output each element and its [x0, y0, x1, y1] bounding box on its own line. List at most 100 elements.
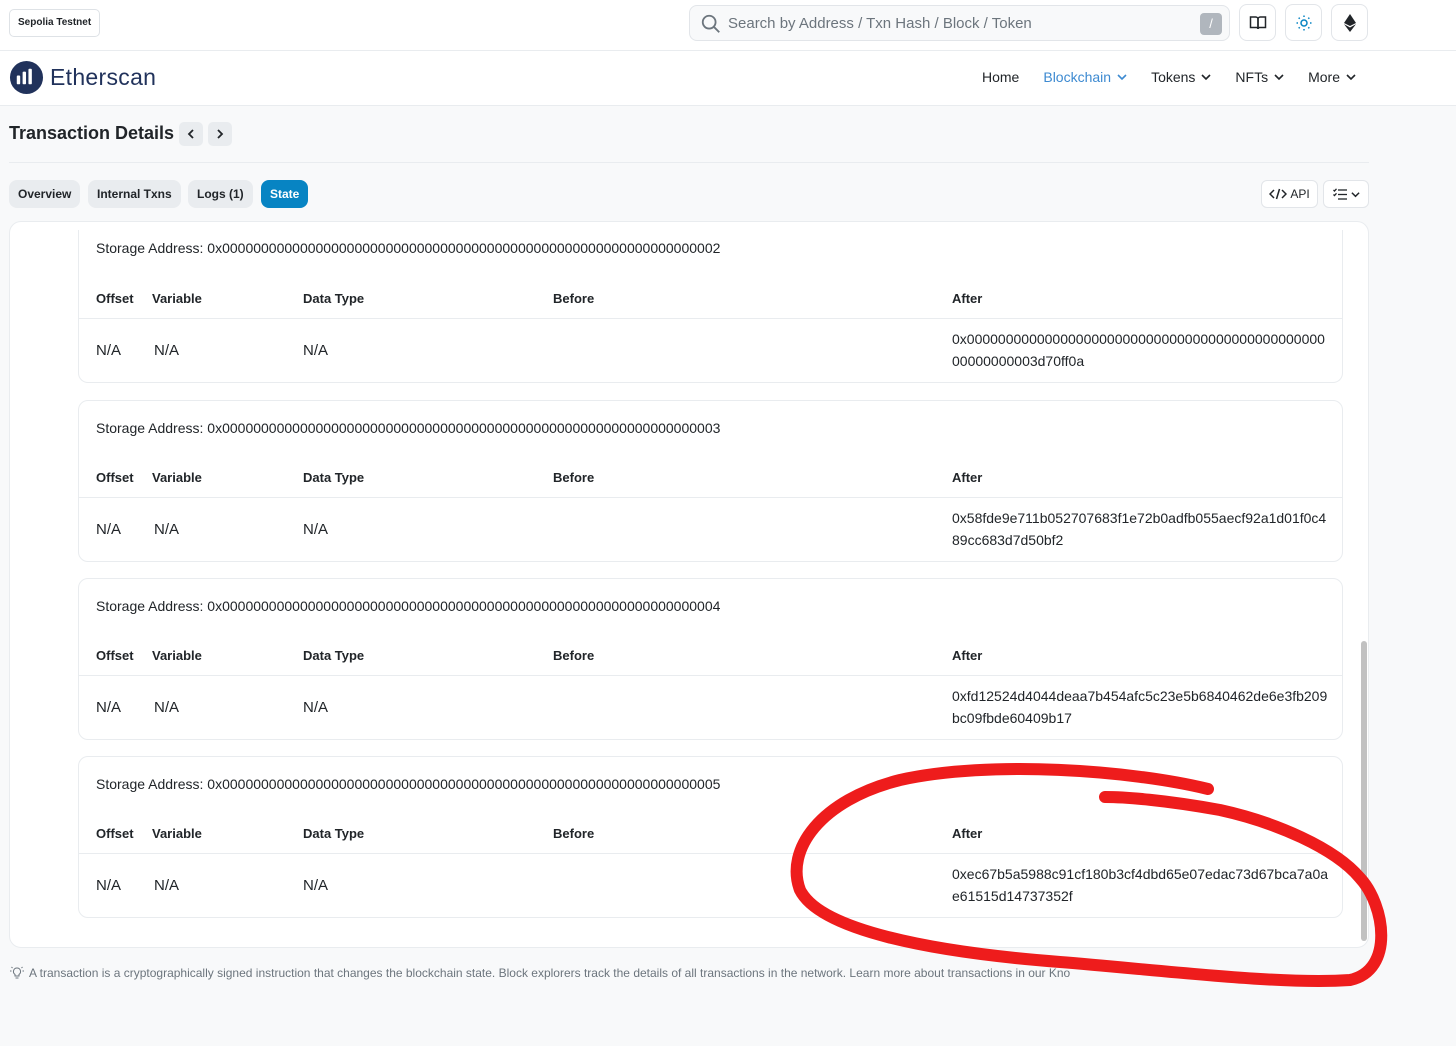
storage-change-block: Storage Address: 0x000000000000000000000… [78, 756, 1343, 918]
lightbulb-icon [10, 966, 24, 979]
nav-tokens[interactable]: Tokens [1151, 69, 1211, 85]
storage-address-label: Storage Address: [96, 598, 204, 614]
storage-address: Storage Address: 0x000000000000000000000… [96, 598, 720, 614]
chevron-down-icon [1346, 74, 1356, 81]
search-bar[interactable]: / [689, 5, 1230, 41]
tab-state[interactable]: State [261, 180, 309, 208]
variable-value: N/A [154, 877, 180, 894]
chevron-down-icon [1274, 74, 1284, 81]
column-before: Before [553, 291, 595, 306]
column-before: Before [553, 648, 595, 663]
search-shortcut-key: / [1200, 13, 1222, 35]
variable-value: N/A [154, 521, 180, 538]
nav-nfts[interactable]: NFTs [1235, 69, 1284, 85]
sun-icon [1296, 15, 1311, 30]
offset-value: N/A [96, 877, 122, 894]
column-variable: Variable [152, 648, 202, 663]
theme-toggle-button[interactable] [1285, 4, 1322, 41]
nav-label: NFTs [1235, 69, 1269, 85]
column-data-type: Data Type [303, 648, 365, 663]
nav-more[interactable]: More [1308, 69, 1356, 85]
book-icon [1249, 15, 1266, 29]
ethereum-icon [1343, 13, 1356, 32]
nav-label: Tokens [1151, 69, 1196, 85]
divider [79, 675, 1342, 676]
nav-label: Blockchain [1043, 69, 1112, 85]
column-variable: Variable [152, 826, 202, 841]
api-label: API [1290, 187, 1310, 201]
column-offset: Offset [96, 291, 134, 306]
list-check-icon [1332, 188, 1347, 200]
footer-note-text: A transaction is a cryptographically sig… [29, 966, 1071, 980]
main-nav: Etherscan Home Blockchain Tokens NFTs Mo… [0, 51, 1456, 106]
storage-address-value[interactable]: 0x00000000000000000000000000000000000000… [207, 598, 720, 614]
data-type-value: N/A [303, 521, 329, 538]
column-data-type: Data Type [303, 826, 365, 841]
data-type-value: N/A [303, 877, 329, 894]
storage-change-block: Storage Address: 0x000000000000000000000… [78, 230, 1343, 383]
data-type-value: N/A [303, 699, 329, 716]
nav-home[interactable]: Home [982, 69, 1019, 85]
chevron-left-icon [187, 129, 194, 139]
next-txn-button[interactable] [208, 122, 232, 146]
storage-change-block: Storage Address: 0x000000000000000000000… [78, 400, 1343, 562]
after-value: 0xfd12524d4044deaa7b454afc5c23e5b6840462… [952, 688, 1328, 726]
column-data-type: Data Type [303, 470, 365, 485]
scrollbar-thumb[interactable] [1361, 641, 1367, 941]
divider [79, 318, 1342, 319]
nav-label: Home [982, 69, 1020, 85]
storage-address-label: Storage Address: [96, 420, 204, 436]
column-after: After [952, 470, 983, 485]
column-data-type: Data Type [303, 291, 365, 306]
docs-button[interactable] [1239, 4, 1276, 41]
after-value: 0x58fde9e711b052707683f1e72b0adfb055aecf… [952, 510, 1327, 548]
tab-internal-txns[interactable]: Internal Txns [88, 180, 181, 208]
tab-overview[interactable]: Overview [9, 180, 81, 208]
offset-value: N/A [96, 521, 122, 538]
chevron-down-icon [1117, 74, 1127, 81]
storage-change-block: Storage Address: 0x000000000000000000000… [78, 578, 1343, 740]
storage-address: Storage Address: 0x000000000000000000000… [96, 776, 720, 792]
storage-address-value[interactable]: 0x00000000000000000000000000000000000000… [207, 420, 720, 436]
network-switch-button[interactable] [1331, 4, 1368, 41]
search-icon [701, 14, 720, 33]
column-variable: Variable [152, 470, 202, 485]
column-offset: Offset [96, 648, 134, 663]
storage-address: Storage Address: 0x000000000000000000000… [96, 420, 720, 436]
storage-address-label: Storage Address: [96, 240, 204, 256]
etherscan-logo-icon [9, 60, 44, 95]
column-after: After [952, 291, 983, 306]
column-offset: Offset [96, 470, 134, 485]
nav-menu: Home Blockchain Tokens NFTs More [958, 69, 1356, 85]
storage-address-value[interactable]: 0x00000000000000000000000000000000000000… [207, 240, 720, 256]
chevron-down-icon [1201, 74, 1211, 81]
offset-value: N/A [96, 342, 122, 359]
previous-txn-button[interactable] [179, 122, 203, 146]
column-after: After [952, 648, 983, 663]
view-options-button[interactable] [1323, 180, 1369, 208]
code-icon [1269, 188, 1288, 200]
column-after: After [952, 826, 983, 841]
footer-note: A transaction is a cryptographically sig… [9, 966, 1070, 980]
data-type-value: N/A [303, 342, 329, 359]
column-before: Before [553, 470, 595, 485]
top-bar: Sepolia Testnet / [0, 0, 1456, 51]
storage-address-value[interactable]: 0x00000000000000000000000000000000000000… [207, 776, 720, 792]
after-value: 0xec67b5a5988c91cf180b3cf4dbd65e07edac73… [952, 866, 1329, 904]
variable-value: N/A [154, 342, 180, 359]
chevron-right-icon [217, 129, 224, 139]
variable-value: N/A [154, 699, 180, 716]
card-scrollbar[interactable] [1360, 241, 1369, 941]
divider [79, 497, 1342, 498]
search-input[interactable] [728, 12, 1188, 34]
column-offset: Offset [96, 826, 134, 841]
nav-label: More [1308, 69, 1340, 85]
storage-address-label: Storage Address: [96, 776, 204, 792]
api-button[interactable]: API [1261, 180, 1318, 208]
nav-blockchain[interactable]: Blockchain [1043, 69, 1127, 85]
tab-logs[interactable]: Logs (1) [188, 180, 253, 208]
etherscan-logo[interactable]: Etherscan [9, 60, 156, 95]
chevron-down-icon [1350, 191, 1360, 197]
network-badge[interactable]: Sepolia Testnet [9, 9, 101, 37]
divider [9, 162, 1369, 163]
